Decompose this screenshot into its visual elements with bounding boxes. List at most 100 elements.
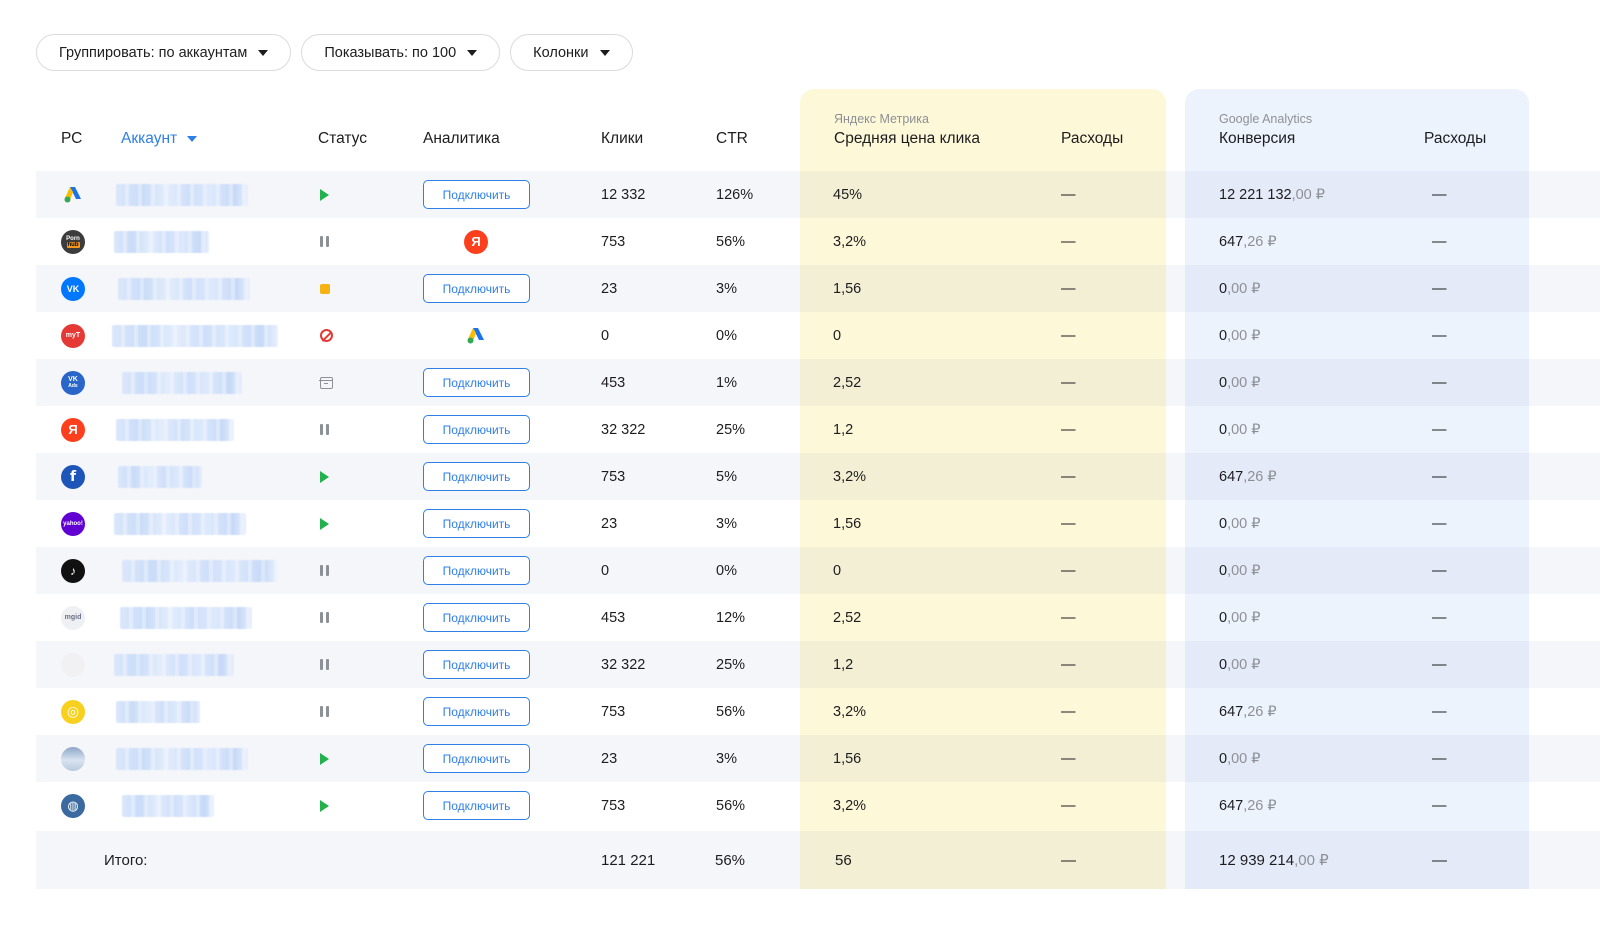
- pause-icon[interactable]: [320, 565, 329, 576]
- table-row[interactable]: ◎ Подключить 753 56% 3,2% — 647,26 ₽ —: [36, 688, 1600, 735]
- pause-icon[interactable]: [320, 424, 329, 435]
- pornhub-icon: Porn hub: [61, 229, 85, 254]
- ga-spend-cell: —: [1432, 609, 1447, 626]
- status-cell: [320, 453, 329, 500]
- connect-button[interactable]: Подключить: [423, 415, 530, 444]
- account-name-cell[interactable]: [122, 782, 214, 829]
- network-cell: [61, 641, 85, 688]
- play-icon[interactable]: [320, 799, 329, 812]
- account-name-cell[interactable]: [114, 641, 234, 688]
- ga-spend-cell: —: [1432, 374, 1447, 391]
- account-name-cell[interactable]: [116, 406, 234, 453]
- account-name-cell[interactable]: [114, 218, 209, 265]
- table-row[interactable]: myT 0 0% 0—0,00 ₽ —: [36, 312, 1600, 359]
- play-icon[interactable]: [320, 517, 329, 530]
- account-name-cell[interactable]: [118, 265, 250, 312]
- table-row[interactable]: VK Подключить 23 3% 1,56 — 0,00 ₽ —: [36, 265, 1600, 312]
- column-header-ga-spend[interactable]: Расходы: [1424, 130, 1486, 148]
- table-row[interactable]: ♪ Подключить 0 0% 0—0,00 ₽ —: [36, 547, 1600, 594]
- ctr-cell: 126%: [716, 186, 754, 203]
- play-icon[interactable]: [320, 470, 329, 483]
- status-cell: [320, 500, 329, 547]
- blocked-icon[interactable]: [320, 329, 333, 342]
- connect-button[interactable]: Подключить: [423, 650, 530, 679]
- ga-conversion-integer: 0: [1219, 562, 1228, 579]
- group-by-dropdown[interactable]: Группировать: по аккаунтам: [36, 34, 292, 71]
- analytics-cell: Подключить: [423, 735, 530, 782]
- ym-cpc-cell: 0: [833, 562, 842, 579]
- column-header-clicks[interactable]: Клики: [601, 130, 643, 148]
- ga-conversion-integer: 0: [1219, 656, 1228, 673]
- columns-dropdown[interactable]: Колонки: [510, 34, 633, 71]
- table-row[interactable]: Porn hub Я 753 56% 3,2% — 647,26 ₽ —: [36, 218, 1600, 265]
- account-name-redacted: [112, 324, 278, 347]
- column-header-account[interactable]: Аккаунт: [121, 130, 198, 148]
- ga-conversion-decimal: ,00 ₽: [1227, 374, 1261, 391]
- yellow-spiral-icon: ◎: [61, 699, 85, 724]
- column-header-ga-conversion[interactable]: Конверсия: [1219, 130, 1295, 148]
- analytics-cell: Подключить: [423, 406, 530, 453]
- connect-button[interactable]: Подключить: [423, 744, 530, 773]
- table-row[interactable]: yahoo! Подключить 23 3% 1,56 — 0,00 ₽ —: [36, 500, 1600, 547]
- account-name-cell[interactable]: [122, 359, 242, 406]
- ctr-cell: 56%: [716, 797, 746, 814]
- account-name-cell[interactable]: [114, 500, 246, 547]
- ga-spend-cell: —: [1432, 327, 1447, 344]
- column-header-rs[interactable]: РС: [61, 130, 82, 148]
- ga-conversion-decimal: ,00 ₽: [1291, 186, 1325, 203]
- apple-icon: [61, 652, 85, 677]
- clicks-cell: 12 332: [601, 186, 646, 203]
- play-icon[interactable]: [320, 188, 329, 201]
- connect-button[interactable]: Подключить: [423, 603, 530, 632]
- table-row[interactable]: Подключить 32 322 25% 1,2 — 0,00 ₽ —: [36, 641, 1600, 688]
- account-name-cell[interactable]: [122, 547, 278, 594]
- connect-button[interactable]: Подключить: [423, 274, 530, 303]
- ym-cpc-cell: 1,56: [833, 280, 862, 297]
- account-name-cell[interactable]: [116, 735, 248, 782]
- ym-cpc-cell: 1,56: [833, 515, 862, 532]
- ym-spend-cell: —: [1061, 374, 1076, 391]
- column-header-ym-spend[interactable]: Расходы: [1061, 130, 1123, 148]
- connect-button[interactable]: Подключить: [423, 791, 530, 820]
- account-name-cell[interactable]: [112, 312, 278, 359]
- column-header-status[interactable]: Статус: [318, 130, 367, 148]
- pause-icon[interactable]: [320, 659, 329, 670]
- page-size-dropdown[interactable]: Показывать: по 100: [301, 34, 501, 71]
- stop-icon[interactable]: [320, 283, 330, 294]
- connect-button[interactable]: Подключить: [423, 462, 530, 491]
- ym-cpc-cell: 1,2: [833, 421, 854, 438]
- ga-conversion-decimal: ,00 ₽: [1227, 562, 1261, 579]
- column-header-analytics[interactable]: Аналитика: [423, 130, 500, 148]
- column-header-ym-cpc[interactable]: Средняя цена клика: [834, 130, 980, 148]
- pause-icon[interactable]: [320, 706, 329, 717]
- account-name-cell[interactable]: [118, 453, 202, 500]
- pause-icon[interactable]: [320, 236, 329, 247]
- yandex-icon: Я: [61, 417, 85, 442]
- table-row[interactable]: Я Подключить 32 322 25% 1,2 — 0,00 ₽ —: [36, 406, 1600, 453]
- table-row[interactable]: mgid Подключить 453 12% 2,52 — 0,00 ₽ —: [36, 594, 1600, 641]
- ga-spend-cell: —: [1432, 656, 1447, 673]
- ga-conversion-cell: 0,00 ₽: [1219, 547, 1261, 594]
- ctr-cell: 1%: [716, 374, 737, 391]
- pause-icon[interactable]: [320, 612, 329, 623]
- ym-spend-cell: —: [1061, 609, 1076, 626]
- table-row[interactable]: VK Ads Подключить 453 1% 2,52 — 0,00 ₽ —: [36, 359, 1600, 406]
- table-row[interactable]: Подключить 12 332 126% 45% — 12 221 132,00 ₽ —: [36, 171, 1600, 218]
- play-icon[interactable]: [320, 752, 329, 765]
- total-ga-conversion-integer: 12 939 214: [1219, 851, 1295, 869]
- connect-button[interactable]: Подключить: [423, 368, 530, 397]
- connect-button[interactable]: Подключить: [423, 556, 530, 585]
- table-row[interactable]: ◍ Подключить 753 56% 3,2% — 647,26 ₽ —: [36, 782, 1600, 829]
- account-name-cell[interactable]: [116, 171, 248, 218]
- account-name-cell[interactable]: [120, 594, 252, 641]
- table-row[interactable]: Подключить 23 3% 1,56 — 0,00 ₽ —: [36, 735, 1600, 782]
- connect-button[interactable]: Подключить: [423, 180, 530, 209]
- connect-button[interactable]: Подключить: [423, 509, 530, 538]
- status-cell: [320, 312, 333, 359]
- table-row[interactable]: f Подключить 753 5% 3,2% — 647,26 ₽ —: [36, 453, 1600, 500]
- archive-icon[interactable]: [319, 376, 333, 389]
- account-name-cell[interactable]: [116, 688, 200, 735]
- column-header-ctr[interactable]: CTR: [716, 130, 748, 148]
- account-name-redacted: [122, 559, 278, 582]
- connect-button[interactable]: Подключить: [423, 697, 530, 726]
